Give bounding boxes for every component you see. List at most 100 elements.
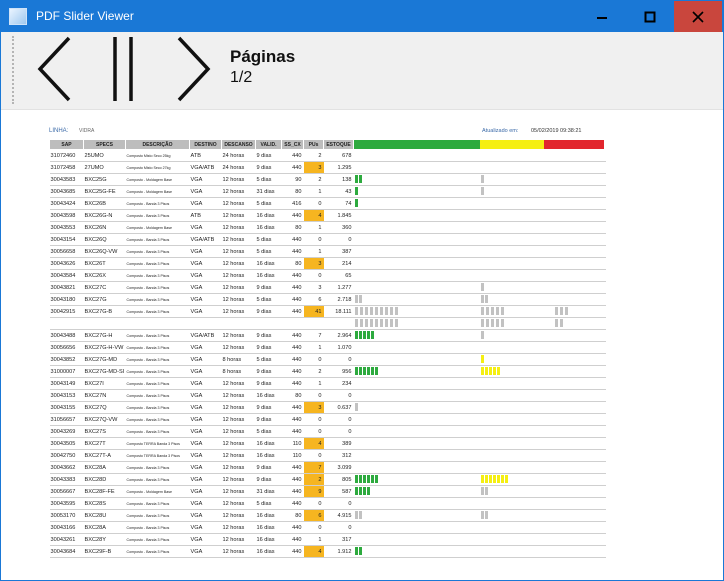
cell-dest: VGA [189,521,222,534]
cell-dest: VGA [189,353,222,366]
cell-est: 138 [323,173,354,186]
cell-desc-t: 12 horas [221,209,256,222]
cell-desc-t: 12 horas [221,185,256,198]
cell-sap: 30043149 [49,377,84,390]
table-row: 30043180 BXC27G Composto - Banda 3 Pisos VG… [49,293,606,306]
cell-sap: 31056657 [49,413,84,426]
cell-est: 43 [323,185,354,198]
cell-ss: 90 [281,173,304,186]
status-bar-green [366,475,370,483]
status-bars [353,461,606,474]
cell-ss: 440 [281,161,304,174]
status-bar-gray [559,307,563,315]
cell-est: 312 [323,449,354,462]
status-bar-green [354,175,358,183]
status-bar-yellow [484,367,488,375]
status-bars [353,497,606,510]
minimize-button[interactable] [578,1,626,32]
status-bar-gray [480,511,484,519]
cell-est: 18.111 [323,305,354,318]
cell-desc-t: 12 horas [221,293,256,306]
status-bars [353,449,606,462]
toolbar-grip[interactable] [12,36,14,104]
cell-desc: Composto - Banda 3 Pisos [125,305,190,318]
pdf-page-view[interactable]: LINHA: VIDRA Atualizado em: 05/02/2019 0… [1,111,723,580]
cell-sap: 30043155 [49,401,84,414]
cell-dest: VGA [189,485,222,498]
cell-desc: Composto - Banda 3 Pisos [125,545,190,558]
cell-spec: BXC27G-B [83,305,126,318]
cell-dest: VGA [189,257,222,270]
pause-icon[interactable] [107,35,139,103]
title-bar[interactable]: PDF Slider Viewer [1,1,723,32]
chevron-right-icon[interactable] [173,35,213,103]
cell-sap: 30056658 [49,245,84,258]
close-icon [692,10,704,23]
column-header: SPECS [83,139,126,150]
cell-desc: Composto - Banda 3 Pisos [125,509,190,522]
cell-desc-t: 12 horas [221,413,256,426]
cell-pu: 0 [303,413,324,426]
cell-pu: 2 [303,149,324,162]
cell-desc: Composto - Banda 3 Pisos [125,413,190,426]
cell-sap: 30043166 [49,521,84,534]
cell-est: 0 [323,425,354,438]
cell-sap: 30043662 [49,461,84,474]
cell-spec: 25UMO [83,149,126,162]
cell-dest [189,317,222,330]
status-bar-gray [354,403,358,411]
cell-desc-t: 12 horas [221,461,256,474]
cell-dest: VGA [189,389,222,402]
cell-est: 1.912 [323,545,354,558]
status-bar-gray [358,511,362,519]
cell-pu: 3 [303,281,324,294]
cell-dest: VGA [189,185,222,198]
table-row: 30043626 BXC26T Composto - Banda 3 Pisos VG… [49,257,606,270]
cell-val: 16 dias [255,221,282,234]
cell-desc: Composto - Banda 3 Pisos [125,197,190,210]
cell-val: 5 dias [255,197,282,210]
cell-sap: 30043505 [49,437,84,450]
status-bars [353,353,606,366]
cell-spec: BXC27G-H [83,329,126,342]
cell-spec: BXC27T-A [83,449,126,462]
cell-est: 387 [323,245,354,258]
cell-dest: VGA [189,377,222,390]
cell-ss: 440 [281,329,304,342]
status-bar-gray [364,307,368,315]
status-bar-green [374,475,378,483]
cell-desc-t: 12 horas [221,257,256,270]
cell-est: 587 [323,485,354,498]
table-row: 30056656 BXC27G-H-VW Composto - Banda 3 Pi… [49,341,606,354]
table-row: 30043153 BXC27N Composto - Banda 3 Pisos VG… [49,389,606,402]
cell-pu: 0 [303,425,324,438]
cell-spec: BXC26Q [83,233,126,246]
status-bar-green [358,175,362,183]
cell-ss: 440 [281,485,304,498]
cell-desc: Composto - Banda 3 Pisos [125,257,190,270]
cell-desc-t: 12 horas [221,197,256,210]
cell-spec: BXC27Q-VW [83,413,126,426]
cell-desc-t: 12 horas [221,305,256,318]
doc-header: LINHA: VIDRA Atualizado em: 05/02/2019 0… [49,123,605,139]
cell-desc-t: 12 horas [221,281,256,294]
cell-sap: 30043424 [49,197,84,210]
chevron-left-icon[interactable] [35,35,75,103]
cell-desc-t: 12 horas [221,377,256,390]
cell-pu: 2 [303,173,324,186]
cell-desc: Composto - Moldagem Base [125,221,190,234]
cell-pu: 41 [303,305,324,318]
maximize-button[interactable] [626,1,674,32]
close-button[interactable] [674,1,722,32]
cell-spec: BXC28A [83,521,126,534]
cell-desc: Composto - Banda 3 Pisos [125,389,190,402]
cell-desc-t: 12 horas [221,269,256,282]
cell-spec: BXC25G-FE [83,185,126,198]
status-bars [353,185,606,198]
cell-sap: 30043488 [49,329,84,342]
table-row: 30043155 BXC27Q Composto - Banda 3 Pisos VG… [49,401,606,414]
cell-sap: 30043584 [49,269,84,282]
table-row: 31072458 27UMO Composto Misto Seco 27kg VGA… [49,161,606,174]
cell-sap: 30043598 [49,209,84,222]
status-bar-gray [484,295,488,303]
